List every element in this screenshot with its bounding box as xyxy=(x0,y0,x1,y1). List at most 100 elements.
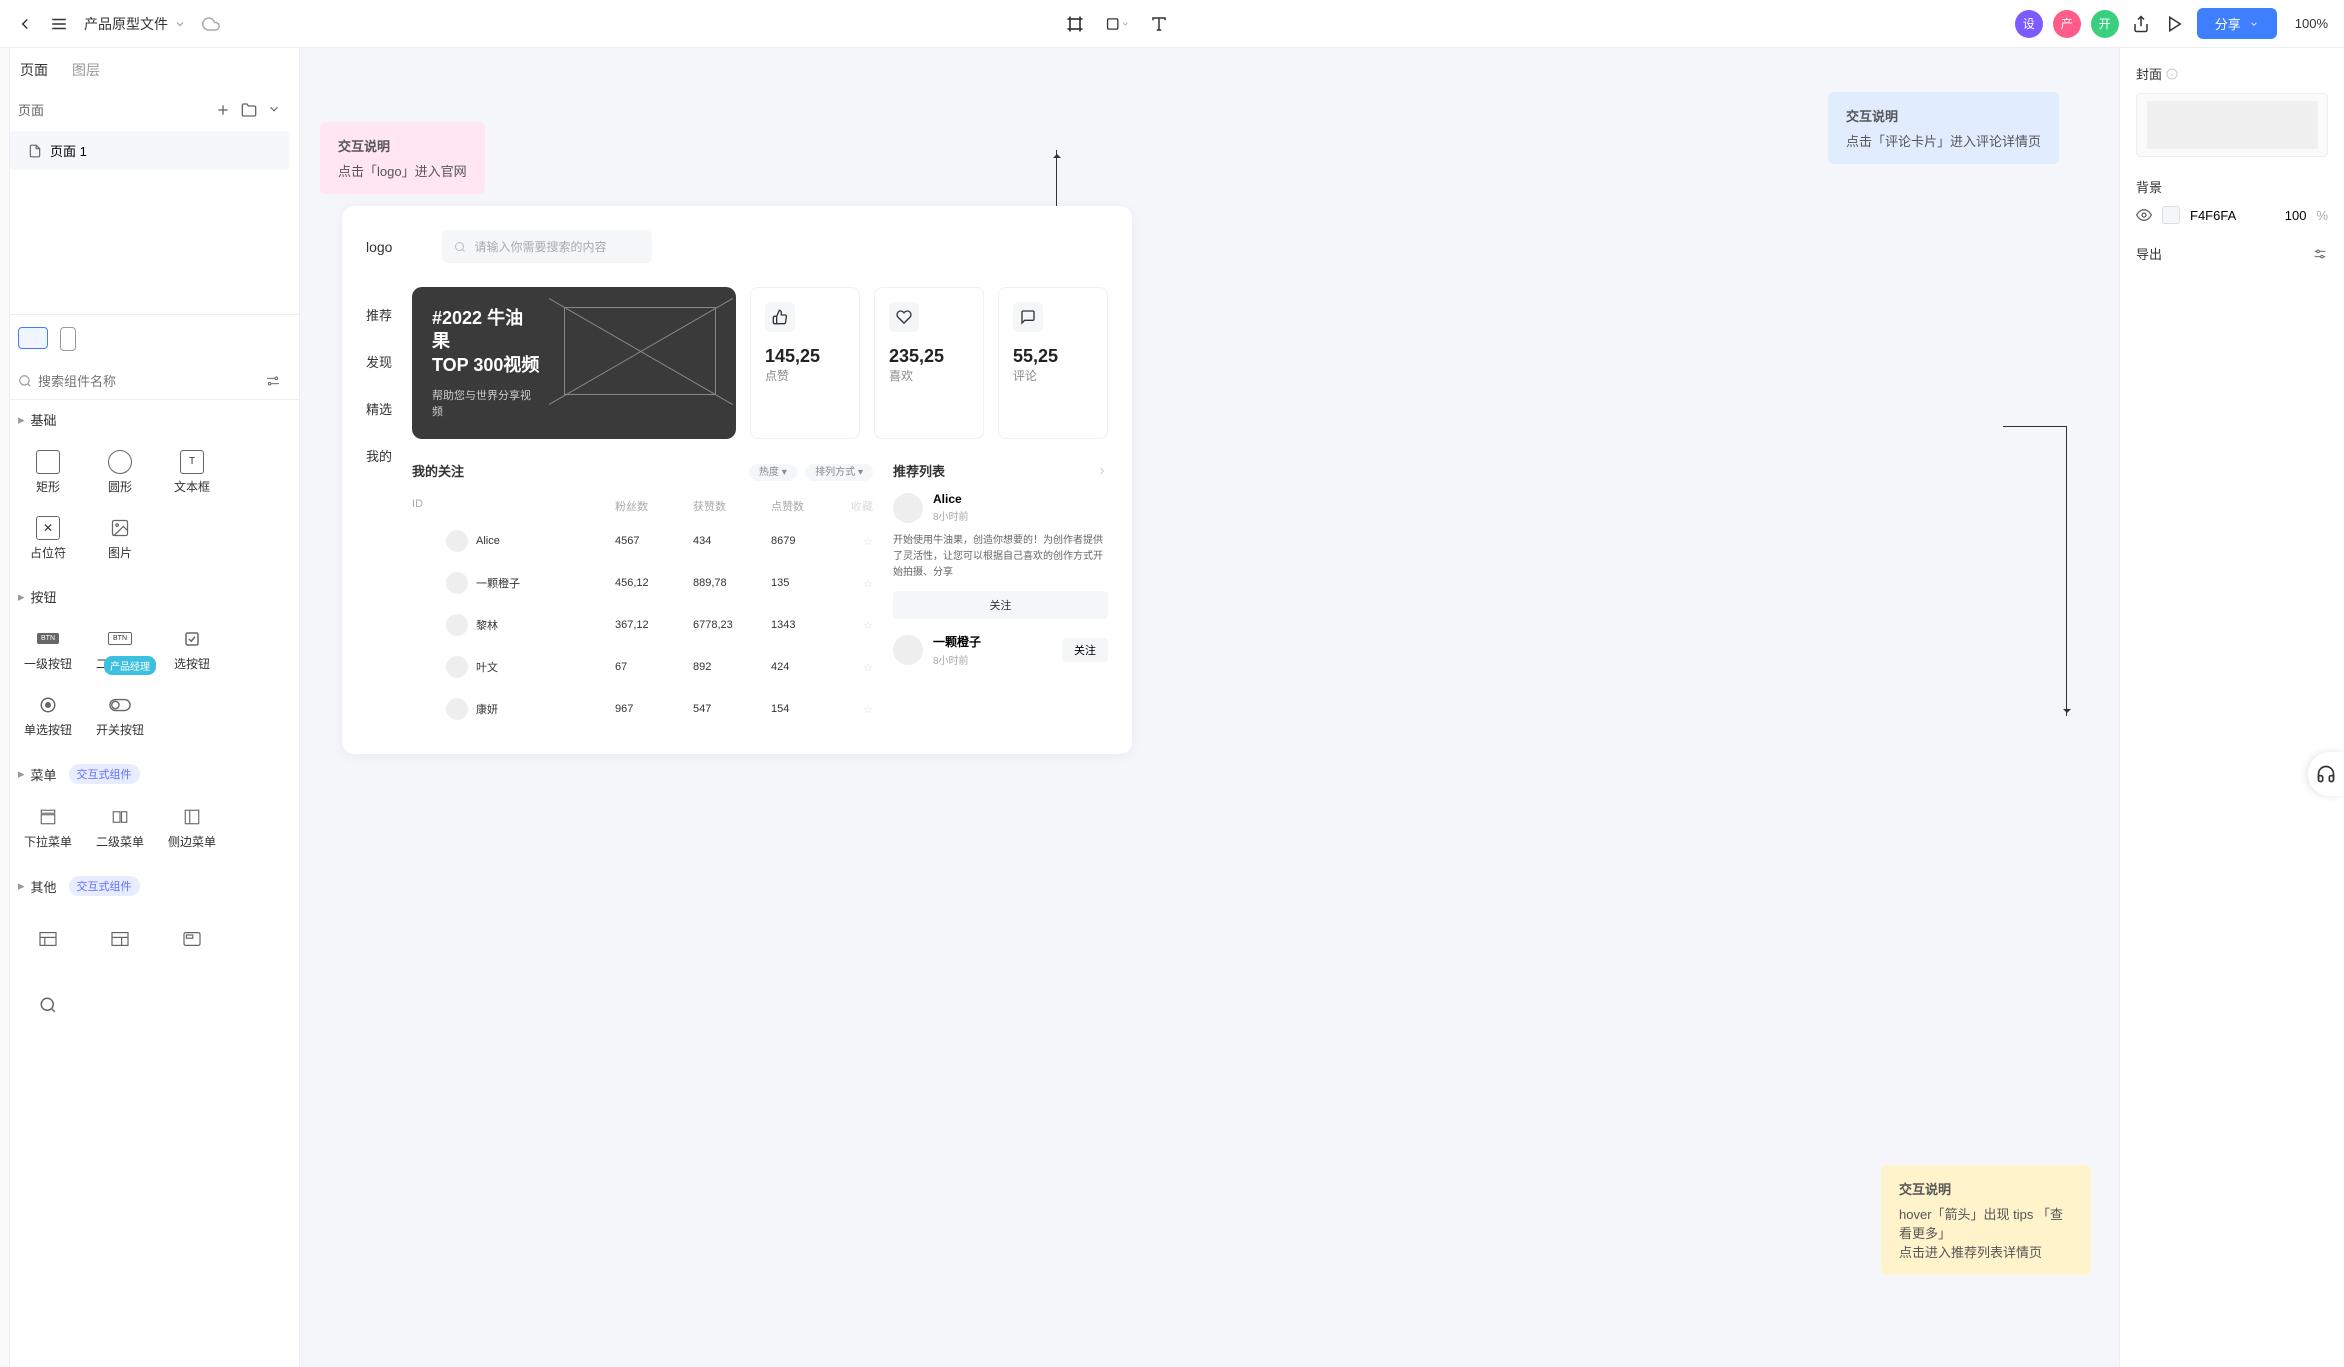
bg-hex[interactable]: F4F6FA xyxy=(2190,208,2236,223)
comp-dropdown-menu[interactable]: 下拉菜单 xyxy=(14,796,82,858)
avatar xyxy=(446,656,468,678)
group-menu[interactable]: ▸菜单 交互式组件 xyxy=(0,754,299,788)
component-search-input[interactable] xyxy=(38,374,259,389)
filter-icon[interactable] xyxy=(265,373,281,389)
table-row[interactable]: 一颗橙子456,12889,78135☆ xyxy=(412,562,873,604)
tab-pages[interactable]: 页面 xyxy=(20,60,48,80)
background-section: 背景 F4F6FA 100 % xyxy=(2136,177,2328,224)
nav-item-reco[interactable]: 推荐 xyxy=(366,305,392,324)
text-tool[interactable] xyxy=(1147,12,1171,36)
components-scroll[interactable]: ▸基础 矩形 圆形 T文本框 ✕占位符 图片 ▸按钮 BTN一级按钮 BTN 二… xyxy=(0,399,299,1367)
file-name[interactable]: 产品原型文件 xyxy=(84,14,186,34)
pill-sort[interactable]: 排列方式 ▾ xyxy=(805,464,873,481)
stat-comment[interactable]: 55,25评论 xyxy=(998,287,1108,439)
role-badge-product[interactable]: 产 xyxy=(2053,10,2081,38)
device-desktop[interactable] xyxy=(18,327,48,349)
comp-primary-btn[interactable]: BTN一级按钮 xyxy=(14,618,82,680)
app-header: logo 请输入你需要搜索的内容 xyxy=(366,230,1108,263)
hero-row: #2022 牛油果 TOP 300视频 帮助您与世界分享视频 145,25点赞 xyxy=(412,287,1108,439)
comp-circle[interactable]: 圆形 xyxy=(86,441,154,503)
cloud-sync-icon[interactable] xyxy=(202,15,220,33)
follow-button-sm[interactable]: 关注 xyxy=(1062,638,1108,662)
comp-checkbox-btn[interactable]: 选按钮 xyxy=(158,618,226,680)
cover-preview[interactable] xyxy=(2136,93,2328,157)
table-row[interactable]: 康妍967547154☆ xyxy=(412,688,873,730)
export-icon[interactable] xyxy=(2129,12,2153,36)
star-icon[interactable]: ☆ xyxy=(849,619,873,632)
settings-icon[interactable] xyxy=(2312,246,2328,262)
comp-placeholder[interactable]: ✕占位符 xyxy=(14,507,82,569)
nav-item-featured[interactable]: 精选 xyxy=(366,399,392,418)
star-icon[interactable]: ☆ xyxy=(849,661,873,674)
bg-opacity[interactable]: 100 xyxy=(2285,208,2307,223)
comp-radio-btn[interactable]: 单选按钮 xyxy=(14,684,82,746)
app-search-box[interactable]: 请输入你需要搜索的内容 xyxy=(442,230,652,263)
comp-text[interactable]: T文本框 xyxy=(158,441,226,503)
page-item-1[interactable]: 页面 1 xyxy=(10,131,289,170)
cover-label: 封面 xyxy=(2136,64,2328,83)
folder-icon[interactable] xyxy=(241,102,257,118)
eye-icon[interactable] xyxy=(2136,207,2152,223)
table-row[interactable]: 黎林367,126778,231343☆ xyxy=(412,604,873,646)
stat-like[interactable]: 145,25点赞 xyxy=(750,287,860,439)
comp-image[interactable]: 图片 xyxy=(86,507,154,569)
hamburger-menu-icon[interactable] xyxy=(50,15,68,33)
follow-button[interactable]: 关注 xyxy=(893,591,1108,619)
star-icon[interactable]: ☆ xyxy=(849,535,873,548)
comp-other-2[interactable] xyxy=(86,908,154,970)
topbar-center-tools xyxy=(220,12,2015,36)
star-icon[interactable]: ☆ xyxy=(849,577,873,590)
nav-item-discover[interactable]: 发现 xyxy=(366,352,392,371)
hero-card[interactable]: #2022 牛油果 TOP 300视频 帮助您与世界分享视频 xyxy=(412,287,736,439)
app-body: 推荐 发现 精选 我的 #2022 牛油果 TOP 300视频 帮助您与世界分享… xyxy=(366,287,1108,730)
app-main: #2022 牛油果 TOP 300视频 帮助您与世界分享视频 145,25点赞 xyxy=(412,287,1108,730)
group-basic[interactable]: ▸基础 xyxy=(0,400,299,433)
export-section: 导出 xyxy=(2136,244,2328,263)
reco-card-1[interactable]: Alice 8小时前 开始使用牛油果，创造你想要的！为创作者提供了灵活性，让您可… xyxy=(893,492,1108,619)
comp-submenu[interactable]: 二级菜单 xyxy=(86,796,154,858)
left-panel: 页面 图层 页面 页面 1 xyxy=(0,48,300,1367)
collapse-pages-icon[interactable] xyxy=(267,102,281,116)
frame-tool[interactable] xyxy=(1063,12,1087,36)
star-icon[interactable]: ☆ xyxy=(849,703,873,716)
group-other[interactable]: ▸其他 交互式组件 xyxy=(0,866,299,900)
nav-item-mine[interactable]: 我的 xyxy=(366,446,392,465)
chevron-right-icon[interactable] xyxy=(1096,465,1108,477)
help-fab[interactable] xyxy=(2308,752,2344,796)
shape-tool[interactable] xyxy=(1105,12,1129,36)
component-search xyxy=(0,363,299,399)
comp-secondary-btn[interactable]: BTN 二级按钮 产品经理 xyxy=(86,618,154,680)
comp-other-3[interactable] xyxy=(158,908,226,970)
role-badge-dev[interactable]: 开 xyxy=(2091,10,2119,38)
comp-rectangle[interactable]: 矩形 xyxy=(14,441,82,503)
role-badge-design[interactable]: 设 xyxy=(2015,10,2043,38)
share-button[interactable]: 分享 xyxy=(2197,8,2277,39)
pm-tooltip-badge: 产品经理 xyxy=(104,656,156,675)
device-phone[interactable] xyxy=(60,327,76,351)
zoom-level[interactable]: 100% xyxy=(2295,16,2328,31)
annotation-yellow[interactable]: 交互说明 hover「箭头」出现 tips 「查看更多」 点击进入推荐列表详情页 xyxy=(1881,1165,2091,1275)
info-icon[interactable] xyxy=(2166,68,2178,80)
comp-other-1[interactable] xyxy=(14,908,82,970)
comp-switch-btn[interactable]: 开关按钮 xyxy=(86,684,154,746)
annotation-pink[interactable]: 交互说明 点击「logo」进入官网 xyxy=(320,122,485,194)
annotation-blue[interactable]: 交互说明 点击「评论卡片」进入评论详情页 xyxy=(1828,92,2059,164)
pages-actions xyxy=(215,102,281,118)
app-logo[interactable]: logo xyxy=(366,239,392,255)
heart-icon xyxy=(889,302,919,332)
add-page-icon[interactable] xyxy=(215,102,231,118)
group-button[interactable]: ▸按钮 xyxy=(0,577,299,610)
tab-layers[interactable]: 图层 xyxy=(72,60,100,80)
canvas-area[interactable]: 交互说明 点击「logo」进入官网 交互说明 点击「评论卡片」进入评论详情页 交… xyxy=(300,48,2119,1367)
play-icon[interactable] xyxy=(2163,12,2187,36)
reco-card-2[interactable]: 一颗橙子 8小时前 关注 xyxy=(893,633,1108,667)
color-swatch[interactable] xyxy=(2162,206,2180,224)
comp-sidemenu[interactable]: 侧边菜单 xyxy=(158,796,226,858)
app-frame[interactable]: logo 请输入你需要搜索的内容 推荐 发现 精选 我的 xyxy=(342,206,1132,754)
table-row[interactable]: 叶文67892424☆ xyxy=(412,646,873,688)
pill-hot[interactable]: 热度 ▾ xyxy=(749,464,797,481)
comp-other-4[interactable] xyxy=(14,974,82,1036)
stat-heart[interactable]: 235,25喜欢 xyxy=(874,287,984,439)
table-row[interactable]: Alice45674348679☆ xyxy=(412,520,873,562)
back-button[interactable] xyxy=(16,15,34,33)
